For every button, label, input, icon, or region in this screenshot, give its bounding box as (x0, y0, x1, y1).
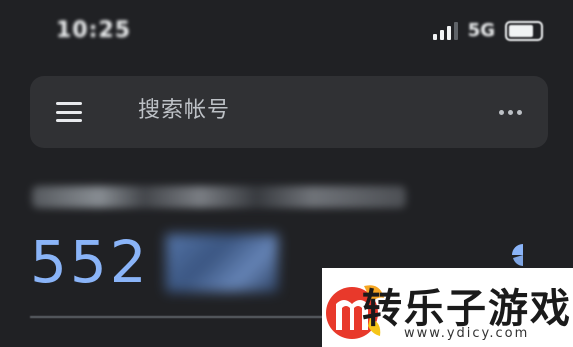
status-icons: 5G (432, 20, 543, 41)
list-divider (30, 316, 330, 318)
search-input[interactable] (138, 98, 478, 123)
code-digits: 552 (30, 228, 150, 296)
account-name-blurred (32, 186, 406, 208)
battery-icon (505, 20, 543, 41)
more-horizontal-icon[interactable] (499, 110, 522, 115)
watermark-url: www.ydicy.com (404, 326, 530, 341)
code-digits-blurred (166, 234, 278, 292)
hamburger-menu-icon[interactable] (56, 102, 82, 122)
search-bar[interactable] (30, 76, 548, 148)
status-bar: 10:25 5G (0, 0, 573, 64)
network-type: 5G (467, 20, 495, 41)
site-watermark: 转乐子游戏 www.ydicy.com (322, 268, 573, 347)
cell-signal-icon (432, 21, 458, 40)
countdown-timer-icon (512, 244, 523, 266)
status-time: 10:25 (56, 18, 132, 43)
